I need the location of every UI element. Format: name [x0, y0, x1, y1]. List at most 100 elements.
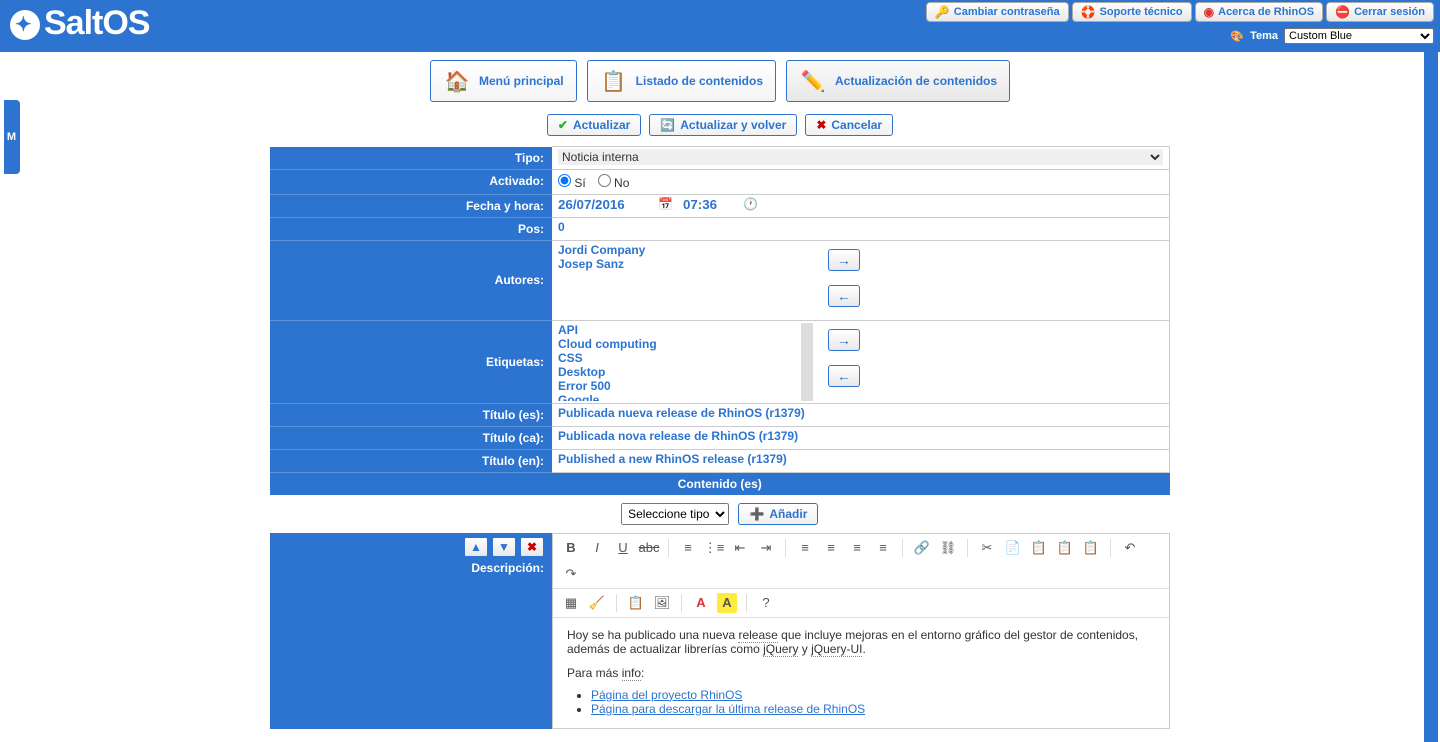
add-tag-button[interactable]: → [828, 329, 860, 351]
tipo-select[interactable]: Noticia interna [558, 149, 1163, 165]
menu-tab[interactable]: MENU [4, 100, 20, 174]
add-content-row: Seleccione tipo ➕Añadir [270, 495, 1170, 533]
list-item[interactable]: CSS [558, 351, 801, 365]
date-input[interactable] [558, 197, 648, 212]
list-item[interactable]: API [558, 323, 801, 337]
italic-icon[interactable]: I [587, 538, 607, 558]
delete-block-button[interactable]: ✖ [520, 537, 544, 557]
content-form: Tipo: Noticia interna Activado: Sí No Fe… [270, 146, 1170, 729]
time-input[interactable] [683, 197, 733, 212]
editor-content[interactable]: Hoy se ha publicado una nueva release qu… [553, 618, 1169, 728]
activado-yes-radio[interactable] [558, 174, 571, 187]
activado-no[interactable]: No [598, 174, 630, 190]
list-item[interactable]: Jordi Company [558, 243, 813, 257]
nav-list-label: Listado de contenidos [636, 74, 763, 88]
redo-icon[interactable]: ↷ [561, 564, 581, 584]
nav-content-list[interactable]: 📋 Listado de contenidos [587, 60, 776, 102]
nav-buttons: 🏠 Menú principal 📋 Listado de contenidos ✏… [215, 60, 1225, 102]
undo-icon[interactable]: ↶ [1120, 538, 1140, 558]
list-item[interactable]: Josep Sanz [558, 257, 813, 271]
pos-input[interactable] [558, 220, 1163, 234]
ul-icon[interactable]: ⋮≡ [704, 538, 724, 558]
descripcion-label: Descripción: [471, 561, 544, 575]
ol-icon[interactable]: ≡ [678, 538, 698, 558]
content-type-select[interactable]: Seleccione tipo [621, 503, 729, 525]
nav-content-update[interactable]: ✏️Actualización de contenidos [786, 60, 1010, 102]
add-content-label: Añadir [769, 507, 807, 521]
change-password-link[interactable]: 🔑Cambiar contraseña [926, 2, 1069, 22]
cut-icon[interactable]: ✂ [977, 538, 997, 558]
source-icon[interactable]: ▦ [561, 593, 581, 613]
image-icon[interactable]: 🖼 [652, 593, 672, 613]
rhinos-download-link[interactable]: Página para descargar la última release … [591, 702, 865, 716]
fecha-label: Fecha y hora: [270, 194, 552, 217]
list-item[interactable]: Google [558, 393, 801, 401]
titulo-en-input[interactable] [558, 452, 1163, 466]
nav-main-menu[interactable]: 🏠 Menú principal [430, 60, 577, 102]
highlight-icon[interactable]: A [717, 593, 737, 613]
copy-icon[interactable]: 📄 [1003, 538, 1023, 558]
list-item[interactable]: Error 500 [558, 379, 801, 393]
tipo-label: Tipo: [270, 147, 552, 170]
text-color-icon[interactable]: A [691, 593, 711, 613]
etiquetas-listbox[interactable]: API Cloud computing CSS Desktop Error 50… [558, 323, 813, 401]
titulo-ca-input[interactable] [558, 429, 1163, 443]
remove-tag-button[interactable]: ← [828, 365, 860, 387]
clock-icon[interactable]: 🕐 [743, 197, 758, 211]
titulo-es-label: Título (es): [270, 403, 552, 426]
theme-label: Tema [1250, 30, 1278, 42]
paste-icon[interactable]: 📋 [1029, 538, 1049, 558]
list-item[interactable]: Desktop [558, 365, 801, 379]
move-up-button[interactable]: ▲ [464, 537, 488, 557]
activado-no-radio[interactable] [598, 174, 611, 187]
outdent-icon[interactable]: ⇤ [730, 538, 750, 558]
activado-yes[interactable]: Sí [558, 174, 586, 190]
list-icon: 📋 [600, 69, 628, 93]
logout-link[interactable]: ⛔Cerrar sesión [1326, 2, 1434, 22]
add-content-button[interactable]: ➕Añadir [738, 503, 818, 525]
remove-author-button[interactable]: ← [828, 285, 860, 307]
about-link[interactable]: ◉Acerca de RhinOS [1195, 2, 1323, 22]
nav-main-label: Menú principal [479, 74, 564, 88]
align-center-icon[interactable]: ≡ [821, 538, 841, 558]
titulo-en-label: Título (en): [270, 449, 552, 472]
etiquetas-label: Etiquetas: [270, 320, 552, 403]
indent-icon[interactable]: ⇥ [756, 538, 776, 558]
about-label: Acerca de RhinOS [1218, 6, 1314, 18]
titulo-es-input[interactable] [558, 406, 1163, 420]
cancel-button[interactable]: ✖Cancelar [805, 114, 893, 136]
strike-icon[interactable]: abc [639, 538, 659, 558]
cancel-label: Cancelar [831, 118, 882, 132]
brand-icon [10, 10, 40, 40]
clear-format-icon[interactable]: 🧹 [587, 593, 607, 613]
move-down-button[interactable]: ▼ [492, 537, 516, 557]
refresh-icon: 🔄 [660, 118, 675, 132]
underline-icon[interactable]: U [613, 538, 633, 558]
support-icon: 🛟 [1081, 5, 1096, 19]
descripcion-label-cell: ▲ ▼ ✖ Descripción: [270, 533, 552, 729]
paste-text-icon[interactable]: 📋 [1055, 538, 1075, 558]
theme-select[interactable]: Custom Blue [1284, 28, 1434, 44]
rhinos-project-link[interactable]: Página del proyecto RhinOS [591, 688, 742, 702]
home-icon: 🏠 [443, 69, 471, 93]
calendar-icon[interactable]: 📅 [658, 197, 673, 211]
paste-plain-icon[interactable]: 📋 [626, 593, 646, 613]
link-icon[interactable]: 🔗 [912, 538, 932, 558]
activado-label: Activado: [270, 169, 552, 194]
paste-word-icon[interactable]: 📋 [1081, 538, 1101, 558]
list-item[interactable]: Cloud computing [558, 337, 801, 351]
key-icon: 🔑 [935, 5, 950, 19]
align-right-icon[interactable]: ≡ [847, 538, 867, 558]
support-link[interactable]: 🛟Soporte técnico [1072, 2, 1192, 22]
align-justify-icon[interactable]: ≡ [873, 538, 893, 558]
unlink-icon[interactable]: ⛓ [938, 538, 958, 558]
editor-toolbar-1: B I U abc ≡ ⋮≡ ⇤ ⇥ ≡ ≡ ≡ ≡ [553, 534, 1169, 589]
add-author-button[interactable]: → [828, 249, 860, 271]
autores-listbox[interactable]: Jordi Company Josep Sanz [558, 243, 813, 318]
update-button[interactable]: ✔Actualizar [547, 114, 641, 136]
update-back-button[interactable]: 🔄Actualizar y volver [649, 114, 797, 136]
page-scrollbar[interactable] [1424, 0, 1438, 742]
bold-icon[interactable]: B [561, 538, 581, 558]
help-icon[interactable]: ? [756, 593, 776, 613]
align-left-icon[interactable]: ≡ [795, 538, 815, 558]
